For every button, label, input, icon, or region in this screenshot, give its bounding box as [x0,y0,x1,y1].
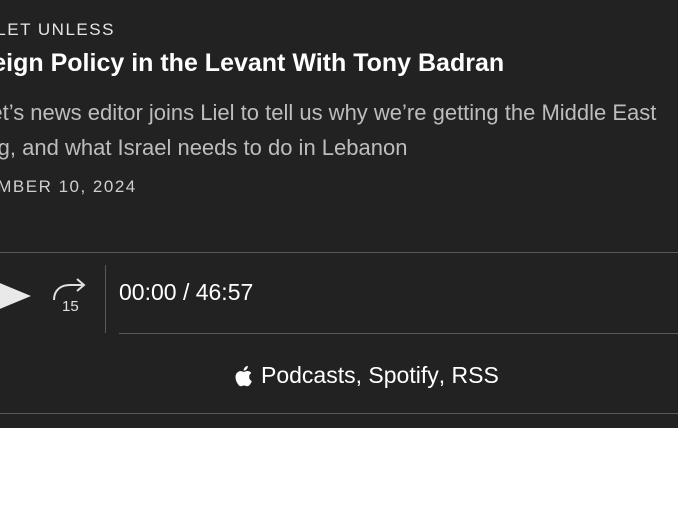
podcasts-link[interactable]: Podcasts [261,362,356,389]
episode-date: SEPTEMBER 10, 2024 [0,177,137,196]
divider-top [0,252,678,253]
spotify-link[interactable]: Spotify [368,362,438,389]
divider-bottom [0,413,678,414]
forward-15-icon: 15 [53,278,86,315]
podcast-episode-card: TABLET UNLESS Foreign Policy in the Leva… [0,0,678,428]
divider-progress [119,333,678,334]
separator: , [438,362,452,388]
play-icon [0,283,31,309]
episode-title[interactable]: Foreign Policy in the Levant With Tony B… [0,49,504,78]
separator: , [355,362,369,388]
platform-links: Podcasts , Spotify , RSS [235,362,499,389]
play-button[interactable] [0,279,32,313]
divider-vertical [105,265,106,333]
episode-description: Tablet’s news editor joins Liel to tell … [0,100,657,160]
playback-time: 00:00 / 46:57 [119,279,254,305]
skip-seconds-label: 15 [62,298,79,314]
apple-icon [235,365,252,386]
show-kicker: TABLET UNLESS [0,20,115,39]
skip-forward-15-button[interactable]: 15 [50,278,90,315]
rss-link[interactable]: RSS [452,362,499,389]
